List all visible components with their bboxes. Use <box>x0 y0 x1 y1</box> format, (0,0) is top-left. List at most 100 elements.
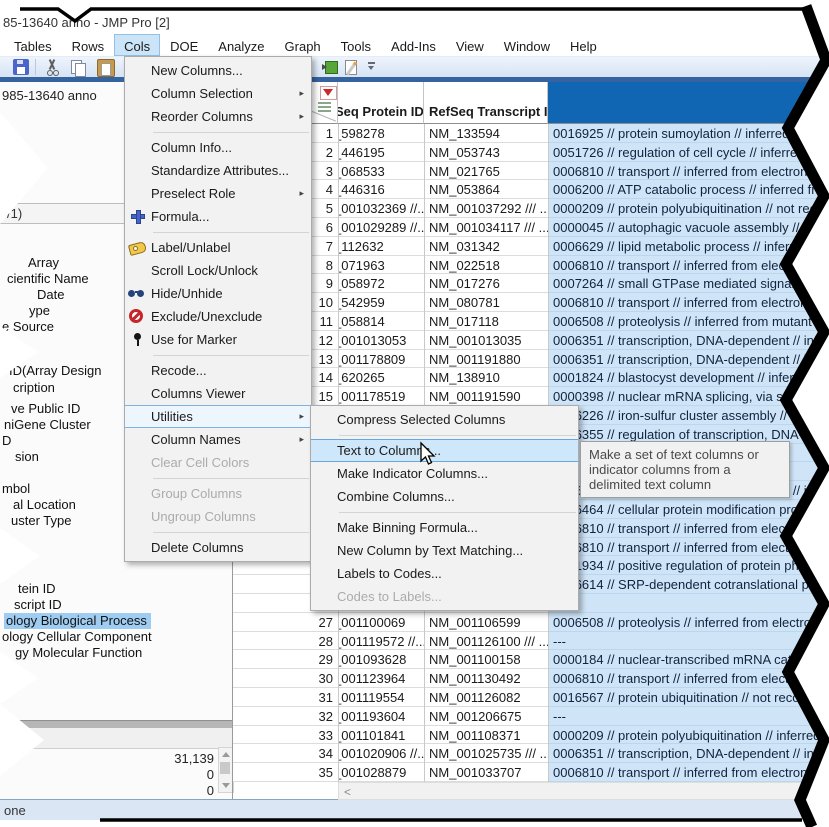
cols-menu-item-columns-viewer[interactable]: Columns Viewer <box>125 382 311 405</box>
cell-protein[interactable]: NP_001028879 <box>338 763 424 782</box>
cols-menu-item-recode[interactable]: Recode... <box>125 359 311 382</box>
cell-go[interactable]: 0000398 // nuclear mRNA splicing, via sp… <box>548 387 829 406</box>
import-data-icon[interactable] <box>322 59 338 75</box>
cell-protein[interactable]: NP_112632 <box>338 236 424 256</box>
cell-protein[interactable]: NP_001119554 <box>338 688 424 707</box>
cell-go[interactable]: 0006508 // proteolysis // inferred from … <box>548 312 829 331</box>
cell-protein[interactable]: NP_620265 <box>338 368 424 388</box>
menubar-item-tools[interactable]: Tools <box>331 34 381 56</box>
cell-protein[interactable]: NP_001119572 //... <box>338 631 424 651</box>
row-number[interactable]: 30 <box>233 669 338 688</box>
sidebar-column-item-d[interactable]: D <box>2 433 11 448</box>
overflow-chevron-icon[interactable] <box>368 62 376 72</box>
cell-go[interactable]: 0007264 // small GTPase mediated signal … <box>548 274 829 294</box>
utilities-submenu-item-new-column-by-text-matching[interactable]: New Column by Text Matching... <box>311 539 578 562</box>
column-header-go-biological-process[interactable] <box>548 82 829 124</box>
cell-protein[interactable]: NP_001093628 <box>338 650 424 670</box>
cell-transcript[interactable]: NM_001126082 <box>424 688 548 707</box>
scroll-down-icon[interactable] <box>222 783 230 788</box>
row-number[interactable]: 29 <box>233 650 338 670</box>
rows-panel-header[interactable] <box>0 728 232 749</box>
cell-transcript[interactable]: NM_022518 <box>424 255 548 275</box>
utilities-submenu-item-make-indicator-columns[interactable]: Make Indicator Columns... <box>311 462 578 485</box>
cell-go[interactable]: 0006508 // proteolysis // inferred from … <box>548 612 829 632</box>
cols-menu-item-label-unlabel[interactable]: Label/Unlabel <box>125 236 311 259</box>
row-number[interactable]: 33 <box>233 725 338 745</box>
cell-transcript[interactable]: NM_133594 <box>424 124 548 143</box>
sidebar-column-item-date[interactable]: Date <box>37 287 64 302</box>
cell-go[interactable]: 0006464 // cellular protein modification… <box>548 500 829 519</box>
row-number[interactable]: 27 <box>233 612 338 632</box>
cell-go[interactable]: 0000209 // protein polyubiquitination //… <box>548 199 829 218</box>
cols-menu-item-scroll-lock-unlock[interactable]: Scroll Lock/Unlock <box>125 259 311 282</box>
cell-protein[interactable]: NP_068533 <box>338 161 424 181</box>
cols-menu-item-new-columns[interactable]: New Columns... <box>125 59 311 82</box>
scroll-up-icon[interactable] <box>222 752 230 757</box>
cell-protein[interactable]: NP_001100069 <box>338 612 424 632</box>
cell-transcript[interactable]: NM_001033707 <box>424 763 548 782</box>
row-number[interactable]: 32 <box>233 706 338 726</box>
row-number[interactable]: 31 <box>233 688 338 707</box>
cell-go[interactable]: 0016567 // protein ubiquitination // not… <box>548 688 829 707</box>
row-number[interactable]: 35 <box>233 763 338 782</box>
cell-go[interactable]: 0000045 // autophagic vacuole assembly /… <box>548 218 829 237</box>
cell-transcript[interactable]: NM_031342 <box>424 236 548 256</box>
sidebar-column-item-cientific-name[interactable]: cientific Name <box>7 271 89 286</box>
cell-go[interactable]: 0051726 // regulation of cell cycle // i… <box>548 142 829 162</box>
save-icon[interactable] <box>13 59 29 75</box>
cell-go[interactable]: 0006810 // transport // inferred from el… <box>548 518 829 538</box>
cell-transcript[interactable]: NM_021765 <box>424 161 548 181</box>
cell-protein[interactable]: NP_071963 <box>338 255 424 275</box>
cell-transcript[interactable]: NM_001013035 <box>424 330 548 350</box>
cell-transcript[interactable]: NM_001206675 <box>424 706 548 726</box>
sidebar-column-item-ology-cellular-component[interactable]: ology Cellular Component <box>2 629 152 644</box>
cols-menu-item-column-names[interactable]: Column Names ▸ <box>125 428 311 451</box>
cols-menu-item-exclude-unexclude[interactable]: Exclude/Unexclude <box>125 305 311 328</box>
cell-go[interactable]: 0006351 // transcription, DNA-dependent … <box>548 330 829 350</box>
cell-transcript[interactable]: NM_053864 <box>424 180 548 200</box>
columns-hotspot-icon[interactable] <box>318 102 331 112</box>
cell-transcript[interactable]: NM_001037292 /// ... <box>424 199 548 218</box>
menubar-item-doe[interactable]: DOE <box>160 34 208 56</box>
sidebar-column-item-ype[interactable]: ype <box>29 303 50 318</box>
table-hotspot-icon[interactable] <box>320 86 337 100</box>
sidebar-column-item-uster-type[interactable]: uster Type <box>11 513 71 528</box>
utilities-submenu-item-combine-columns[interactable]: Combine Columns... <box>311 485 578 508</box>
cell-go[interactable]: 0006810 // transport // inferred from el… <box>548 293 829 312</box>
cell-go[interactable]: 0006351 // transcription, DNA-dependent … <box>548 744 829 764</box>
cols-menu-item-column-info[interactable]: Column Info... <box>125 136 311 159</box>
cell-transcript[interactable]: NM_001108371 <box>424 725 548 745</box>
cell-transcript[interactable]: NM_001034117 /// ... <box>424 218 548 237</box>
cell-transcript[interactable]: NM_001025735 /// ... <box>424 744 548 764</box>
sidebar-column-item-id-array-design[interactable]: ID(Array Design <box>9 363 101 378</box>
sidebar-column-item-array[interactable]: Array <box>28 255 59 270</box>
cols-menu-item-formula[interactable]: Formula... <box>125 205 311 228</box>
scroll-left-icon[interactable]: < <box>344 785 351 799</box>
menubar-item-help[interactable]: Help <box>560 34 607 56</box>
sidebar-column-item-e-source[interactable]: e Source <box>2 319 54 334</box>
utilities-submenu-item-compress-selected-columns[interactable]: Compress Selected Columns <box>311 408 578 431</box>
cell-go[interactable]: 0006629 // lipid metabolic process // in… <box>548 236 829 256</box>
cell-transcript[interactable]: NM_017276 <box>424 274 548 294</box>
cell-transcript[interactable]: NM_001106599 <box>424 612 548 632</box>
edit-script-icon[interactable] <box>345 59 361 75</box>
menubar-item-view[interactable]: View <box>446 34 494 56</box>
cell-go[interactable]: 0006351 // transcription, DNA-dependent … <box>548 349 829 369</box>
row-number[interactable]: 34 <box>233 744 338 764</box>
cell-protein[interactable]: NP_058972 <box>338 274 424 294</box>
scrollbar-thumb[interactable] <box>220 762 230 774</box>
cell-transcript[interactable]: NM_001126100 /// ... <box>424 631 548 651</box>
cell-go[interactable]: --- <box>548 631 829 651</box>
sidebar-column-item-cription[interactable]: cription <box>13 380 55 395</box>
cut-icon[interactable] <box>44 59 60 76</box>
cols-menu-item-column-selection[interactable]: Column Selection ▸ <box>125 82 311 105</box>
cell-go[interactable]: 0006810 // transport // inferred from el… <box>548 161 829 181</box>
cols-menu-item-utilities[interactable]: Utilities ▸ <box>125 405 311 428</box>
utilities-submenu-item-make-binning-formula[interactable]: Make Binning Formula... <box>311 516 578 539</box>
cell-protein[interactable]: NP_001178519 <box>338 387 424 406</box>
menubar-item-add-ins[interactable]: Add-Ins <box>381 34 446 56</box>
cell-protein[interactable]: NP_001013053 <box>338 330 424 350</box>
sidebar-column-item-script-id[interactable]: script ID <box>14 597 62 612</box>
cell-go[interactable] <box>548 594 829 613</box>
cell-go[interactable]: 0006810 // transport // inferred from el… <box>548 537 829 557</box>
